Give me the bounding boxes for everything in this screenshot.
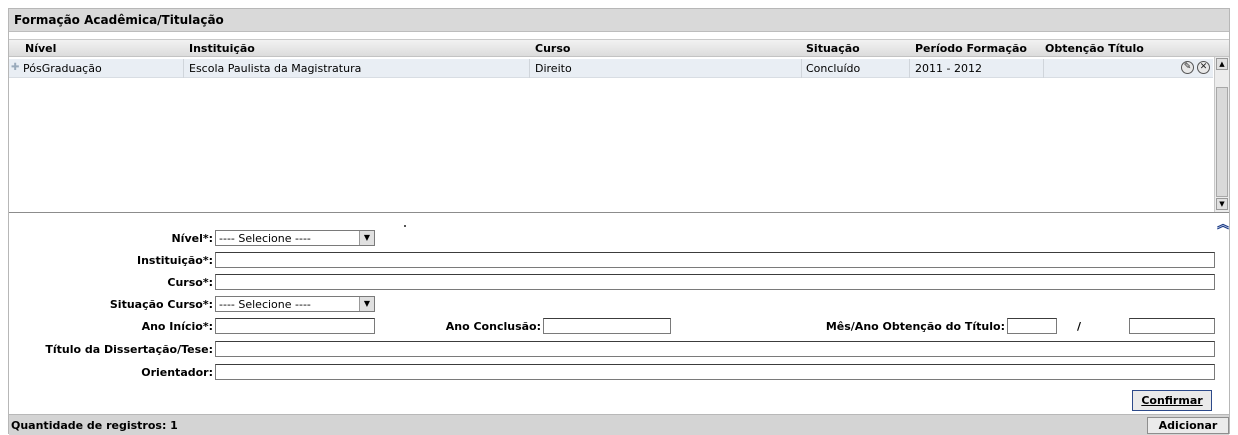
section-divider bbox=[9, 212, 1229, 213]
curso-input[interactable] bbox=[215, 274, 1215, 290]
instituicao-input[interactable] bbox=[215, 252, 1215, 268]
ano-conclusao-label: Ano Conclusão: bbox=[445, 320, 541, 333]
cell-curso: Direito bbox=[535, 62, 572, 75]
formacao-panel: Formação Acadêmica/Titulação Nível Insti… bbox=[8, 8, 1230, 435]
scroll-up-icon[interactable]: ▲ bbox=[1216, 58, 1228, 70]
add-button[interactable]: Adicionar bbox=[1147, 417, 1229, 434]
ano-obtencao-input[interactable] bbox=[1129, 318, 1215, 334]
cell-nivel: PósGraduação bbox=[23, 62, 102, 75]
ano-inicio-input[interactable] bbox=[215, 318, 375, 334]
mes-ano-label: Mês/Ano Obtenção do Título: bbox=[825, 320, 1005, 333]
scroll-down-icon[interactable]: ▼ bbox=[1216, 198, 1228, 210]
orientador-input[interactable] bbox=[215, 364, 1215, 380]
table-row[interactable]: ✚ PósGraduação Escola Paulista da Magist… bbox=[9, 59, 1213, 78]
situacao-select-value: ---- Selecione ---- bbox=[219, 298, 311, 311]
delete-icon[interactable]: ✕ bbox=[1197, 61, 1210, 74]
edit-icon[interactable]: ✎ bbox=[1181, 61, 1194, 74]
stray-dot bbox=[404, 225, 406, 227]
cell-instituicao: Escola Paulista da Magistratura bbox=[189, 62, 362, 75]
nivel-label: Nível*: bbox=[171, 232, 213, 245]
ano-inicio-label: Ano Início*: bbox=[141, 320, 213, 333]
mes-ano-separator: / bbox=[1077, 320, 1082, 333]
scroll-thumb[interactable] bbox=[1216, 87, 1228, 197]
nivel-select[interactable]: ---- Selecione ---- ▼ bbox=[215, 230, 375, 246]
col-header-nivel[interactable]: Nível bbox=[25, 42, 56, 55]
chevron-down-icon[interactable]: ▼ bbox=[359, 231, 374, 245]
grid-header: Nível Instituição Curso Situação Período… bbox=[9, 39, 1229, 57]
ano-conclusao-input[interactable] bbox=[543, 318, 671, 334]
situacao-label: Situação Curso*: bbox=[109, 298, 213, 311]
cell-situacao: Concluído bbox=[806, 62, 861, 75]
collapse-up-icon[interactable]: ︽ bbox=[1217, 215, 1229, 232]
expand-icon[interactable]: ✚ bbox=[11, 63, 20, 73]
curso-label: Curso*: bbox=[167, 276, 213, 289]
grid-body: ✚ PósGraduação Escola Paulista da Magist… bbox=[9, 57, 1214, 227]
confirm-button[interactable]: Confirmar bbox=[1132, 390, 1212, 411]
footer-bar: Quantidade de registros: 1 Adicionar bbox=[9, 414, 1229, 435]
orientador-label: Orientador: bbox=[141, 366, 213, 379]
panel-title: Formação Acadêmica/Titulação bbox=[14, 13, 224, 27]
mes-input[interactable] bbox=[1007, 318, 1057, 334]
titulo-label: Título da Dissertação/Tese: bbox=[45, 343, 213, 356]
col-header-situacao[interactable]: Situação bbox=[806, 42, 860, 55]
situacao-select[interactable]: ---- Selecione ---- ▼ bbox=[215, 296, 375, 312]
record-count: Quantidade de registros: 1 bbox=[11, 419, 178, 432]
col-header-instituicao[interactable]: Instituição bbox=[189, 42, 255, 55]
col-header-periodo[interactable]: Período Formação bbox=[915, 42, 1027, 55]
instituicao-label: Instituição*: bbox=[136, 254, 213, 267]
titulo-input[interactable] bbox=[215, 341, 1215, 357]
col-header-obtencao[interactable]: Obtenção Título bbox=[1045, 42, 1144, 55]
cell-periodo: 2011 - 2012 bbox=[915, 62, 982, 75]
nivel-select-value: ---- Selecione ---- bbox=[219, 232, 311, 245]
col-header-curso[interactable]: Curso bbox=[535, 42, 570, 55]
panel-title-bar: Formação Acadêmica/Titulação bbox=[9, 9, 1229, 32]
chevron-down-icon[interactable]: ▼ bbox=[359, 297, 374, 311]
grid-scrollbar[interactable]: ▲ ▼ bbox=[1214, 57, 1229, 212]
